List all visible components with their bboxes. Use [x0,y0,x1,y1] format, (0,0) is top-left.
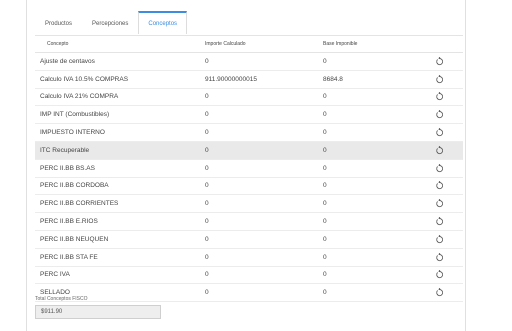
cell-importe-calculado: 0 [205,93,209,101]
cell-base-imponible: 0 [323,200,327,208]
cell-importe-calculado: 0 [205,111,209,119]
reset-icon [435,288,444,297]
header-concepto: Concepto [47,41,69,47]
table-row[interactable]: ITC Recuperable 0 0 [35,141,463,160]
tab-bar: Productos Percepciones Conceptos [35,10,465,34]
cell-base-imponible: 0 [323,111,327,119]
table-row[interactable]: PERC II.BB BS.AS 0 0 [35,160,463,178]
reset-button[interactable] [415,288,463,297]
cell-concepto: PERC II.BB E.RIOS [40,218,98,226]
table-row[interactable]: PERC IVA 0 0 [35,267,463,285]
header-importe-calculado: Importe Calculado [205,41,246,47]
cell-concepto: ITC Recuperable [40,146,90,154]
reset-button[interactable] [415,234,463,244]
reset-button[interactable] [415,270,463,279]
cell-base-imponible: 0 [323,146,327,154]
reset-button[interactable] [415,56,463,66]
reset-button[interactable] [415,92,463,101]
reset-button[interactable] [415,217,463,226]
cell-concepto: PERC IVA [40,271,70,279]
reset-icon [435,92,444,101]
table-row[interactable]: Calculo IVA 21% COMPRA 0 0 [35,89,463,107]
cell-base-imponible: 0 [323,271,327,279]
cell-base-imponible: 0 [323,235,327,243]
reset-button[interactable] [415,163,463,173]
conceptos-panel: Productos Percepciones Conceptos Concept… [26,0,466,331]
table-row[interactable]: SELLADO 0 0 [35,284,463,303]
reset-button[interactable] [415,128,463,137]
table-row[interactable]: PERC II.BB CORRIENTES 0 0 [35,195,463,214]
reset-icon [435,217,444,226]
cell-base-imponible: 0 [323,289,327,297]
table-row[interactable]: PERC II.BB CORDOBA 0 0 [35,178,463,196]
cell-importe-calculado: 0 [205,235,209,243]
cell-importe-calculado: 0 [205,253,209,261]
tab-conceptos[interactable]: Conceptos [138,11,188,34]
reset-button[interactable] [415,199,463,208]
table-row[interactable]: Ajuste de centavos 0 0 [35,53,463,71]
cell-concepto: Calculo IVA 10.5% COMPRAS [40,75,129,83]
tab-percepciones[interactable]: Percepciones [82,12,138,34]
total-conceptos-label: Total Conceptos FISCO [35,296,88,302]
reset-icon [435,252,444,262]
cell-concepto: PERC II.BB CORDOBA [40,182,109,190]
cell-concepto: IMPUESTO INTERNO [40,129,105,137]
cell-concepto: IMP INT (Combustibles) [40,111,110,119]
cell-base-imponible: 0 [323,57,327,65]
reset-icon [435,163,444,173]
total-conceptos-field: $911.90 [35,305,161,319]
cell-base-imponible: 8684.8 [323,75,343,83]
cell-importe-calculado: 0 [205,164,209,172]
cell-base-imponible: 0 [323,93,327,101]
cell-importe-calculado: 0 [205,218,209,226]
reset-button[interactable] [415,74,463,84]
reset-icon [435,74,444,84]
cell-base-imponible: 0 [323,129,327,137]
cell-importe-calculado: 911.90000000015 [205,75,257,83]
header-base-imponible: Base Imponible [323,41,358,47]
table-row[interactable]: Calculo IVA 10.5% COMPRAS 911.90000000015… [35,71,463,89]
reset-icon [435,110,444,119]
reset-button[interactable] [415,252,463,262]
cell-importe-calculado: 0 [205,289,209,297]
table-header: Concepto Importe Calculado Base Imponibl… [35,35,463,53]
reset-button[interactable] [415,110,463,119]
cell-concepto: Ajuste de centavos [40,57,95,65]
cell-concepto: PERC II.BB STA FE [40,253,98,261]
table-row[interactable]: IMP INT (Combustibles) 0 0 [35,106,463,125]
cell-concepto: PERC II.BB NEUQUEN [40,235,109,243]
table-row[interactable]: PERC II.BB STA FE 0 0 [35,249,463,267]
table-row[interactable]: IMPUESTO INTERNO 0 0 [35,124,463,142]
reset-icon [435,199,444,208]
cell-importe-calculado: 0 [205,271,209,279]
table-row[interactable]: PERC II.BB NEUQUEN 0 0 [35,231,463,249]
reset-icon [435,270,444,279]
reset-button[interactable] [415,145,463,155]
table-row[interactable]: PERC II.BB E.RIOS 0 0 [35,213,463,231]
cell-importe-calculado: 0 [205,57,209,65]
cell-base-imponible: 0 [323,218,327,226]
cell-concepto: PERC II.BB BS.AS [40,164,95,172]
reset-icon [435,234,444,244]
cell-base-imponible: 0 [323,253,327,261]
cell-base-imponible: 0 [323,182,327,190]
reset-icon [435,181,444,190]
reset-icon [435,128,444,137]
reset-button[interactable] [415,181,463,190]
cell-concepto: PERC II.BB CORRIENTES [40,200,119,208]
reset-icon [435,56,444,66]
table-body: Ajuste de centavos 0 0 Calculo IVA 10.5% CO… [35,53,463,303]
reset-icon [435,145,444,155]
cell-importe-calculado: 0 [205,129,209,137]
cell-importe-calculado: 0 [205,200,209,208]
cell-importe-calculado: 0 [205,146,209,154]
tab-productos[interactable]: Productos [35,12,82,34]
cell-importe-calculado: 0 [205,182,209,190]
conceptos-table: Concepto Importe Calculado Base Imponibl… [35,35,463,303]
cell-concepto: Calculo IVA 21% COMPRA [40,93,119,101]
cell-base-imponible: 0 [323,164,327,172]
